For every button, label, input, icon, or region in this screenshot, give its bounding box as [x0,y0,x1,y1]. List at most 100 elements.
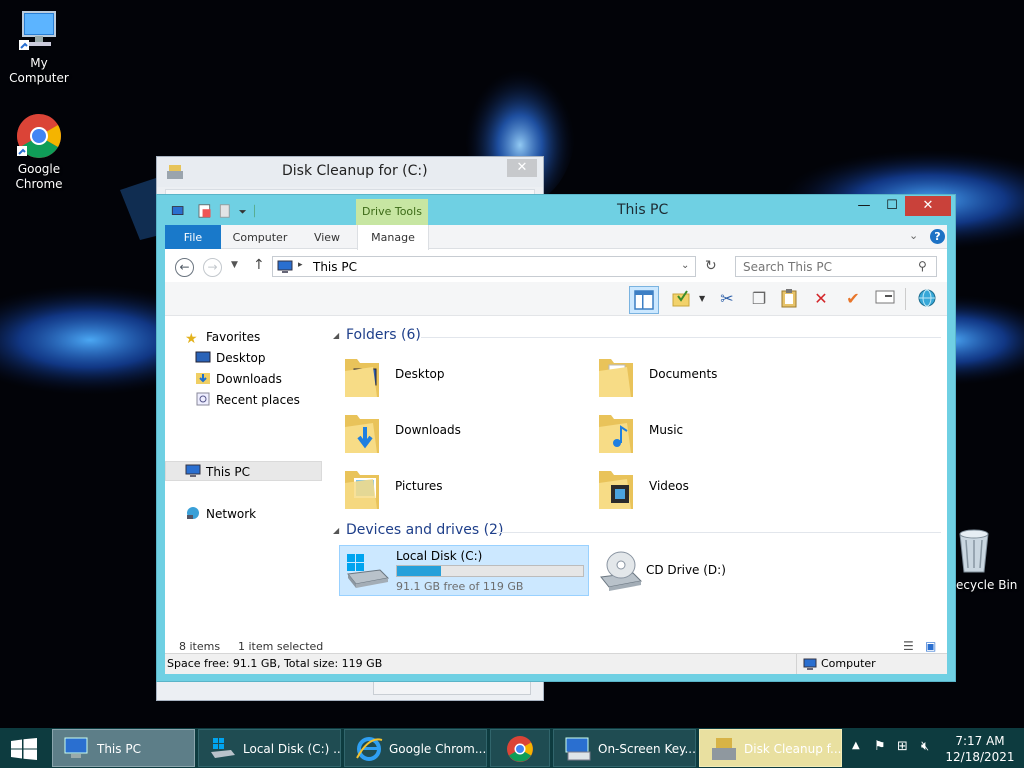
group-heading-folders[interactable]: Folders (6) [346,327,421,343]
recycle-bin-icon [959,529,989,573]
folder-check-icon [672,290,690,307]
collapse-arrow-icon[interactable]: ◢ [333,526,339,535]
details-view-icon[interactable]: ☰ [903,639,914,653]
taskbar-item-google-chrome-window[interactable]: Google Chrom... [344,729,487,767]
disk-cleanup-titlebar[interactable]: Disk Cleanup for (C:) ✕ [157,157,543,187]
nav-item-downloads[interactable]: Downloads [195,369,282,389]
taskbar-item-label: This PC [97,742,141,756]
disk-usage-bar [396,565,584,577]
collapse-arrow-icon[interactable]: ◢ [333,331,339,340]
taskbar-item-disk-cleanup[interactable]: Disk Cleanup f... [699,729,842,767]
group-heading-devices[interactable]: Devices and drives (2) [346,522,503,538]
preview-pane-icon [634,290,654,310]
folder-label: Pictures [395,479,443,493]
start-button[interactable] [0,729,48,767]
tab-file[interactable]: File [165,225,221,249]
taskbar-item-chrome[interactable] [490,729,550,767]
quick-access-toolbar[interactable] [165,203,265,219]
nav-favorites[interactable]: ★ Favorites [185,327,260,347]
desktop-icon-recycle-bin[interactable]: ecycle Bin [950,528,1024,593]
pictures-folder-icon [345,471,379,509]
rename-button[interactable]: ✔ [841,288,865,310]
network-status-icon[interactable]: ⊞ [897,739,908,754]
desktop-icon-label: My Computer [9,56,69,85]
taskbar-item-local-disk[interactable]: Local Disk (C:) ... [198,729,341,767]
local-disk-icon [211,738,235,758]
chrome-icon [17,114,61,158]
downloads-folder-icon [345,415,379,453]
nav-label: Favorites [206,330,261,344]
desktop-icon-my-computer[interactable]: My Computer [0,10,78,86]
expand-ribbon-chevron-icon[interactable]: ⌄ [909,229,918,242]
nav-item-desktop[interactable]: Desktop [195,348,266,368]
explorer-window[interactable]: Drive Tools This PC — ☐ ✕ File Computer … [156,194,956,682]
recent-places-icon [196,392,210,406]
paste-button[interactable] [777,288,801,310]
disk-usage-fill [397,566,441,576]
large-icons-view-icon[interactable]: ▣ [925,639,936,653]
taskbar-item-this-pc[interactable]: This PC [52,729,195,767]
search-icon[interactable]: ⚲ [918,259,927,273]
internet-explorer-icon [356,737,383,761]
nav-item-recent-places[interactable]: Recent places [195,390,300,410]
preview-pane-button[interactable] [629,286,659,314]
scissors-icon: ✂ [720,289,734,308]
search-input[interactable] [736,257,916,276]
nav-item-network[interactable]: Network [185,504,256,524]
close-button[interactable]: ✕ [905,196,951,216]
address-bar[interactable]: ▸ This PC ⌄ [272,256,696,277]
cut-button[interactable]: ✂ [715,288,739,310]
window-icon [875,290,895,304]
nav-item-this-pc[interactable]: This PC [185,462,250,482]
breadcrumb-chevron-icon[interactable]: ▸ [298,260,303,270]
folder-music[interactable]: Music [591,407,831,457]
this-pc-icon [185,464,201,477]
refresh-icon[interactable]: ↻ [705,258,717,274]
disk-cleanup-button-bar [373,681,531,695]
tab-manage[interactable]: Manage [357,225,429,250]
folder-documents[interactable]: Documents [591,351,831,401]
copy-button[interactable]: ❐ [747,288,771,310]
breadcrumb-this-pc[interactable]: This PC [313,260,357,274]
forward-button[interactable]: → [203,258,222,277]
system-clock[interactable]: 7:17 AM 12/18/2021 [944,733,1016,765]
toolbar-separator [905,288,906,310]
desktop-icon-label: Google Chrome [15,162,63,191]
dropdown-chevron-icon[interactable]: ▼ [699,294,705,303]
copy-icon: ❐ [751,289,767,308]
back-button[interactable]: ← [175,258,194,277]
desktop-icon-google-chrome[interactable]: Google Chrome [0,112,78,192]
minimize-button[interactable]: — [851,196,877,216]
show-hidden-icons-chevron-icon[interactable]: ▲ [852,740,860,751]
search-box[interactable]: ⚲ [735,256,937,277]
folder-pictures[interactable]: Pictures [337,463,577,513]
drive-local-disk-c[interactable]: Local Disk (C:) 91.1 GB free of 119 GB [339,545,589,596]
folder-downloads[interactable]: Downloads [337,407,577,457]
command-toolbar: ▼ ✂ ❐ ✕ ✔ [165,282,947,316]
window-title: This PC [617,202,669,218]
network-button[interactable] [915,288,939,310]
drive-cd-d[interactable]: CD Drive (D:) [593,545,843,596]
nav-label: Downloads [216,372,282,386]
properties-button[interactable] [669,288,693,310]
nav-label: Network [206,507,257,521]
folder-desktop[interactable]: Desktop [337,351,577,401]
address-dropdown-icon[interactable]: ⌄ [681,260,689,271]
group-divider [421,337,941,338]
maximize-button[interactable]: ☐ [879,196,905,216]
action-center-flag-icon[interactable]: ⚑ [874,739,886,754]
recent-locations-chevron-icon[interactable]: ▼ [231,260,238,270]
tab-view[interactable]: View [305,225,349,249]
taskbar-item-label: Disk Cleanup f... [744,742,842,756]
new-window-button[interactable] [873,288,897,310]
volume-muted-icon[interactable]: 🔇︎ [921,739,929,754]
folder-videos[interactable]: Videos [591,463,831,513]
tab-computer[interactable]: Computer [225,225,295,249]
folder-label: Videos [649,479,689,493]
up-arrow-icon[interactable]: ↑ [253,257,265,273]
help-icon[interactable]: ? [930,229,945,244]
network-icon [187,507,199,519]
delete-button[interactable]: ✕ [809,288,833,310]
taskbar-item-on-screen-keyboard[interactable]: On-Screen Key... [553,729,696,767]
disk-cleanup-close-button[interactable]: ✕ [507,159,537,177]
